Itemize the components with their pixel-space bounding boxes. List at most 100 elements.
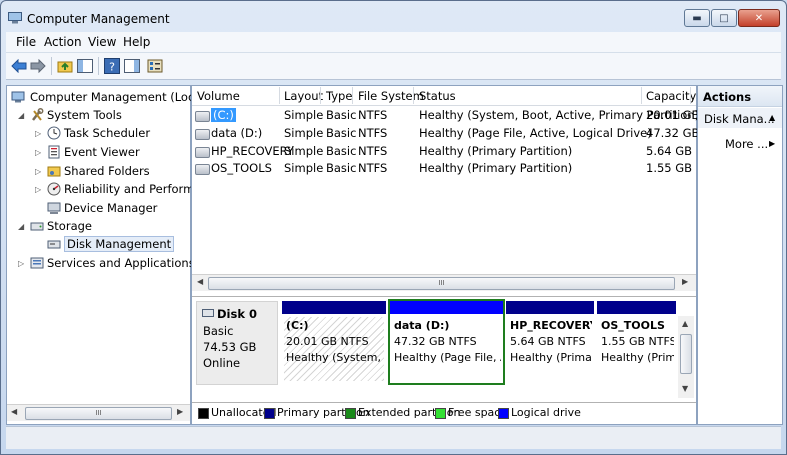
column-header-status[interactable]: Status <box>419 89 456 103</box>
menu-file[interactable]: File <box>16 35 36 49</box>
collapsed-arrow-icon[interactable]: ▷ <box>35 167 41 176</box>
legend-swatch-logical <box>498 408 509 419</box>
show-action-pane-button[interactable] <box>123 57 141 75</box>
primary-partition-bar <box>506 301 594 314</box>
tree-item-label: Disk Management <box>64 236 175 252</box>
help-button[interactable]: ? <box>103 57 121 75</box>
volume-capacity: 1.55 GB <box>646 161 693 175</box>
disk-name: Disk 0 <box>217 307 257 321</box>
drive-icon <box>195 164 210 175</box>
services-icon <box>30 257 44 269</box>
menu-help[interactable]: Help <box>123 35 150 49</box>
volume-row[interactable]: (C:) Simple Basic NTFS Healthy (System, … <box>192 107 699 124</box>
show-hide-tree-button[interactable] <box>76 57 94 75</box>
up-one-level-button[interactable] <box>56 57 74 75</box>
volume-list-header: Volume Layout Type File System Status Ca… <box>192 86 696 106</box>
partition-name: OS_TOOLS <box>601 319 665 332</box>
volume-file-system: NTFS <box>358 161 388 175</box>
forward-arrow-icon <box>30 59 46 73</box>
minimize-button[interactable]: ▬ <box>684 9 710 27</box>
disk-view-vertical-scrollbar[interactable]: ▲ ▼ <box>678 316 694 398</box>
tree-item-label: Event Viewer <box>64 145 140 159</box>
tree-horizontal-scrollbar[interactable]: ◀ III ▶ <box>7 404 190 421</box>
computer-management-icon <box>8 12 22 24</box>
collapsed-arrow-icon[interactable]: ▷ <box>35 129 41 138</box>
forward-button[interactable] <box>29 57 47 75</box>
more-actions-link[interactable]: More ... <box>725 137 768 151</box>
close-button[interactable]: ✕ <box>738 9 780 27</box>
scroll-right-icon[interactable]: ▶ <box>682 277 688 286</box>
partition-os-tools[interactable]: OS_TOOLS 1.55 GB NTFS Healthy (Prima <box>597 301 676 383</box>
legend-label: Logical drive <box>511 406 581 419</box>
volume-file-system: NTFS <box>358 126 388 140</box>
clock-icon <box>47 126 61 140</box>
collapsed-arrow-icon[interactable]: ▷ <box>35 148 41 157</box>
volume-type: Basic <box>326 108 357 122</box>
disk-type: Basic <box>203 324 234 338</box>
column-divider[interactable] <box>413 87 414 104</box>
properties-icon <box>147 59 163 73</box>
partition-name: HP_RECOVERY <box>510 319 592 332</box>
tree-item-label: Computer Management (Local) <box>30 90 210 104</box>
partition-status: Healthy (System, Boot <box>286 351 384 364</box>
scroll-left-icon[interactable]: ◀ <box>11 407 17 416</box>
shared-folder-icon <box>47 166 61 177</box>
scroll-thumb[interactable]: III <box>208 277 675 290</box>
column-divider[interactable] <box>352 87 353 104</box>
column-header-layout[interactable]: Layout <box>284 89 323 103</box>
performance-icon <box>47 182 61 196</box>
actions-title: Actions <box>703 90 752 104</box>
partition-status: Healthy (Page File, Ac <box>394 351 501 364</box>
maximize-button[interactable]: □ <box>711 9 737 27</box>
scroll-up-icon[interactable]: ▲ <box>682 319 688 328</box>
storage-icon <box>30 222 44 231</box>
volume-name: data (D:) <box>211 126 263 140</box>
menu-action[interactable]: Action <box>44 35 82 49</box>
disk-state: Online <box>203 356 241 370</box>
scroll-thumb[interactable] <box>680 334 692 374</box>
volume-row[interactable]: data (D:) Simple Basic NTFS Healthy (Pag… <box>192 125 699 142</box>
scroll-left-icon[interactable]: ◀ <box>197 277 203 286</box>
column-header-volume[interactable]: Volume <box>197 89 240 103</box>
partition-name: data (D:) <box>394 319 450 332</box>
legend-swatch-free <box>435 408 446 419</box>
collapse-arrow-icon[interactable]: ▲ <box>769 113 775 122</box>
partition-c[interactable]: (C:) 20.01 GB NTFS Healthy (System, Boot <box>282 301 386 383</box>
volume-row[interactable]: HP_RECOVERY Simple Basic NTFS Healthy (P… <box>192 143 696 160</box>
volume-list-horizontal-scrollbar[interactable]: ◀ III ▶ <box>192 274 696 291</box>
column-divider[interactable] <box>320 87 321 104</box>
partition-data-d[interactable]: data (D:) 47.32 GB NTFS Healthy (Page Fi… <box>388 299 505 385</box>
volume-row[interactable]: OS_TOOLS Simple Basic NTFS Healthy (Prim… <box>192 160 696 177</box>
volume-layout: Simple <box>284 144 324 158</box>
column-divider[interactable] <box>279 87 280 104</box>
tools-icon <box>32 108 44 121</box>
primary-partition-bar <box>282 301 386 314</box>
help-icon: ? <box>104 58 120 74</box>
console-tree-icon <box>77 59 93 73</box>
status-bar <box>6 426 781 449</box>
scroll-down-icon[interactable]: ▼ <box>682 384 688 393</box>
expanded-arrow-icon[interactable]: ◢ <box>18 111 24 120</box>
scroll-thumb[interactable]: III <box>25 407 172 420</box>
volume-type: Basic <box>326 126 357 140</box>
partition-hp-recovery[interactable]: HP_RECOVERY 5.64 GB NTFS Healthy (Primar… <box>506 301 594 383</box>
actions-section-disk-management[interactable]: Disk Mana... ▲ <box>698 108 782 128</box>
expanded-arrow-icon[interactable]: ◢ <box>18 222 24 231</box>
scroll-right-icon[interactable]: ▶ <box>177 407 183 416</box>
menu-view[interactable]: View <box>88 35 116 49</box>
disk-0-info[interactable]: Disk 0 Basic 74.53 GB Online <box>196 301 278 385</box>
column-divider[interactable] <box>690 87 691 104</box>
column-header-capacity[interactable]: Capacity <box>646 89 696 103</box>
tree-item-label: Shared Folders <box>64 164 150 178</box>
properties-button[interactable] <box>146 57 164 75</box>
collapsed-arrow-icon[interactable]: ▷ <box>18 259 24 268</box>
back-button[interactable] <box>10 57 28 75</box>
column-divider[interactable] <box>641 87 642 104</box>
partition-body: (C:) 20.01 GB NTFS Healthy (System, Boot <box>284 317 384 381</box>
column-header-type[interactable]: Type <box>326 89 352 103</box>
title-bar: Computer Management ▬ □ ✕ <box>1 1 786 31</box>
primary-partition-bar <box>597 301 676 314</box>
partition-status: Healthy (Prima <box>601 351 674 364</box>
collapsed-arrow-icon[interactable]: ▷ <box>35 185 41 194</box>
folder-up-icon <box>57 61 73 73</box>
